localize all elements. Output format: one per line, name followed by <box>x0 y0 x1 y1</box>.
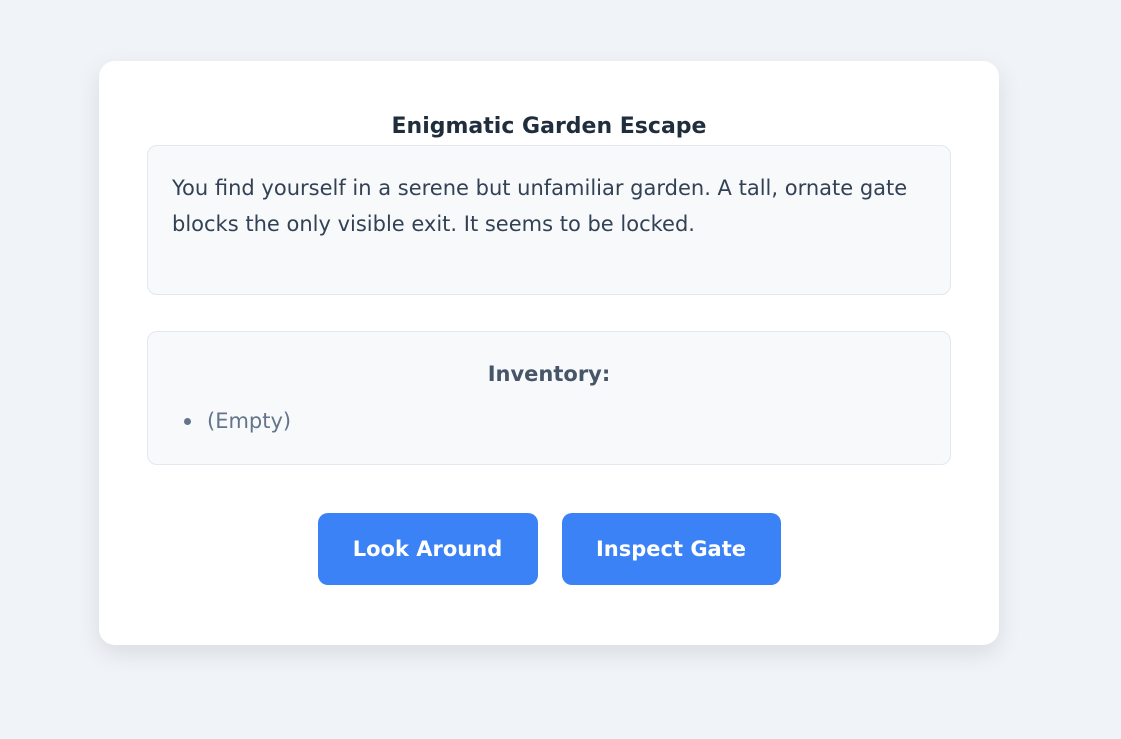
bullet-icon <box>184 417 191 425</box>
inventory-panel: Inventory: (Empty) <box>147 331 951 465</box>
inventory-list: (Empty) <box>184 406 291 436</box>
inventory-heading: Inventory: <box>487 362 611 386</box>
game-title: Enigmatic Garden Escape <box>391 114 707 139</box>
list-item: (Empty) <box>184 406 291 436</box>
action-buttons: Look Around Inspect Gate <box>99 513 999 585</box>
inventory-item-label: (Empty) <box>207 409 292 433</box>
story-text: You find yourself in a serene but unfami… <box>147 145 951 295</box>
inspect-gate-button[interactable]: Inspect Gate <box>561 513 781 585</box>
game-card: Enigmatic Garden Escape You find yoursel… <box>99 61 999 645</box>
look-around-button[interactable]: Look Around <box>317 513 538 585</box>
